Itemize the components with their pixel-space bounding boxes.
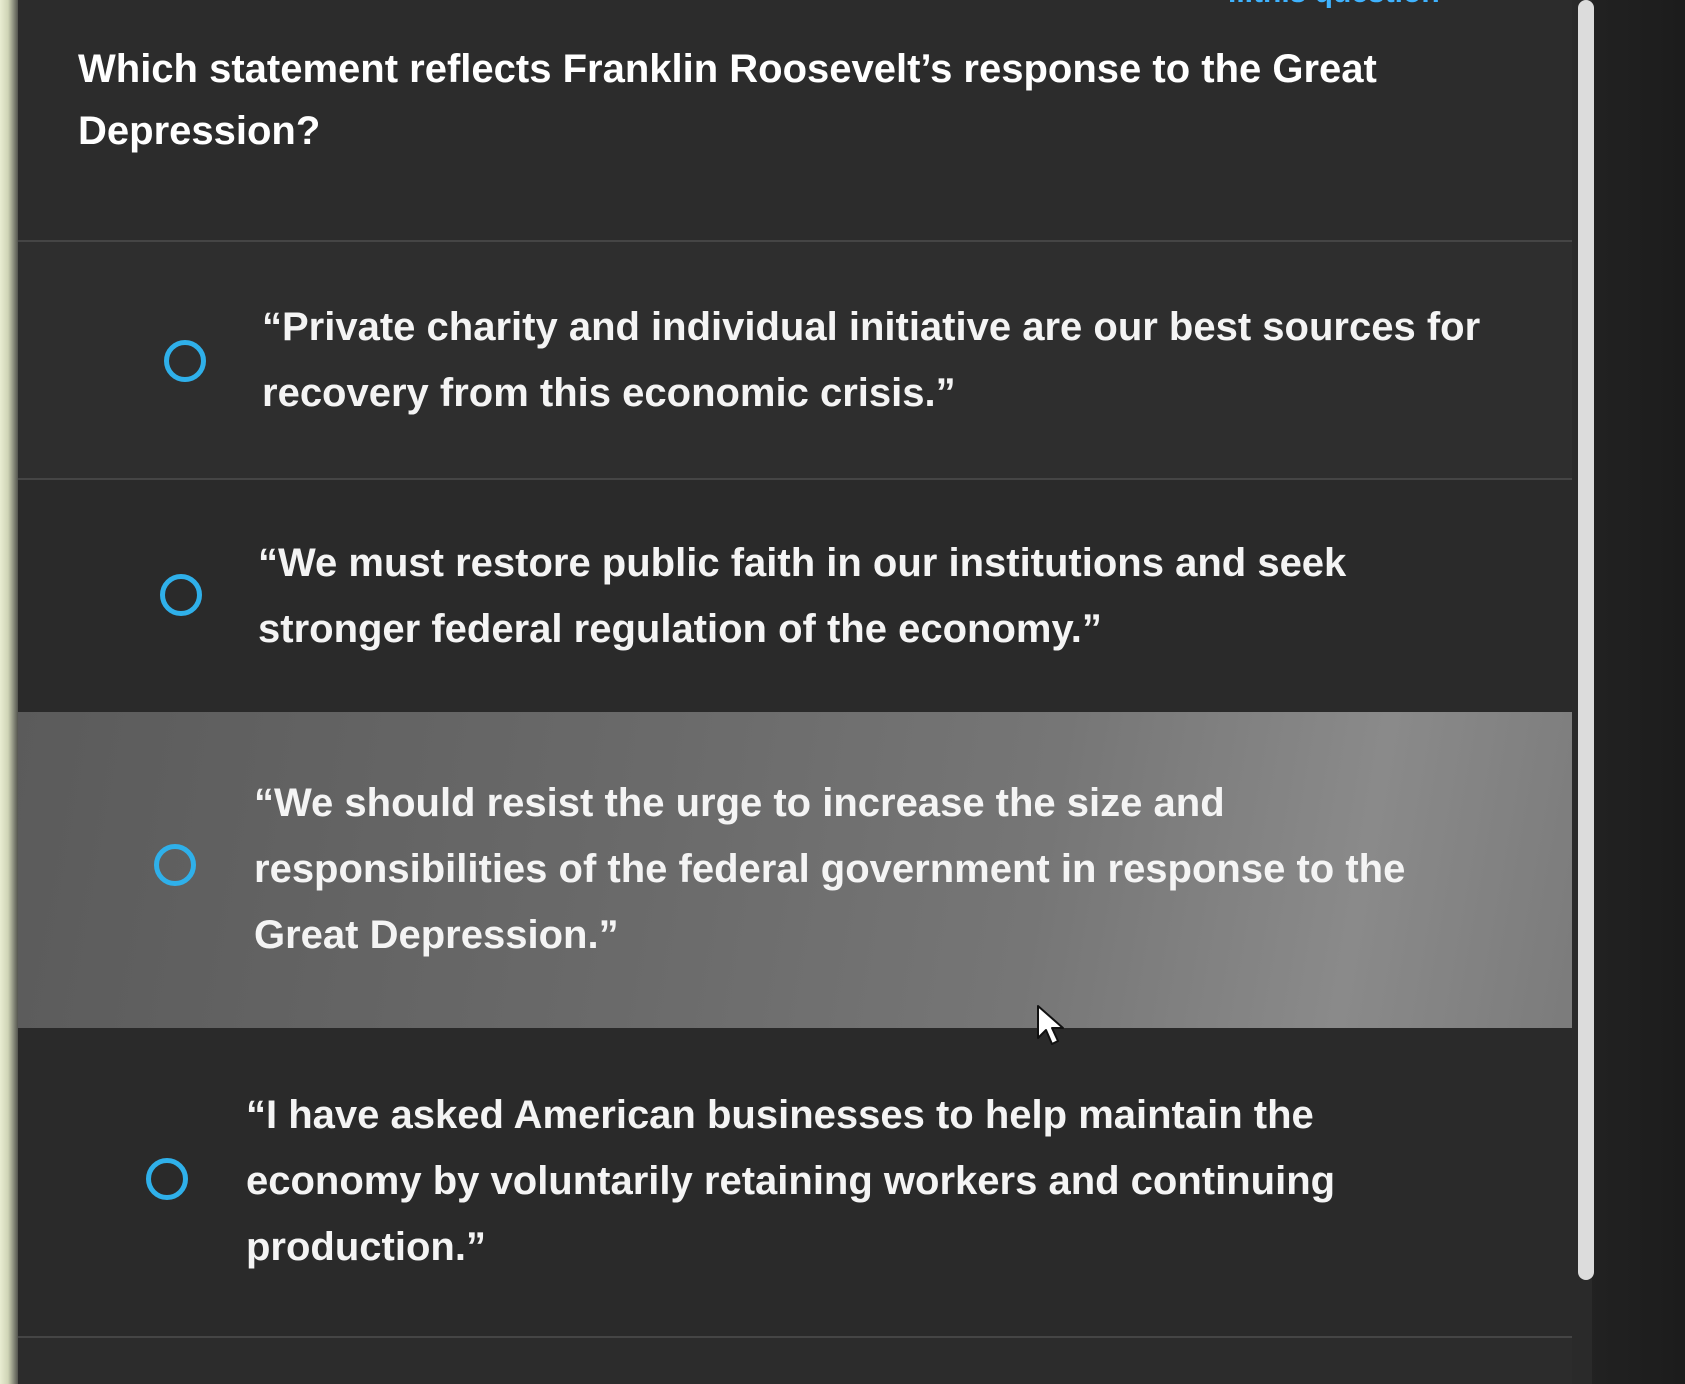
answer-option-2[interactable]: “We must restore public faith in our ins… bbox=[18, 480, 1578, 712]
answer-option-1[interactable]: “Private charity and individual initiati… bbox=[18, 242, 1578, 478]
answer-option-label: “We should resist the urge to increase t… bbox=[254, 781, 1406, 957]
monitor-edge bbox=[0, 0, 20, 1384]
screen: ...this question Which statement reflect… bbox=[0, 0, 1685, 1384]
divider bbox=[18, 1336, 1578, 1338]
scrollbar-thumb[interactable] bbox=[1578, 0, 1594, 1280]
answer-option-4[interactable]: “I have asked American businesses to hel… bbox=[18, 1028, 1578, 1336]
answer-option-label: “We must restore public faith in our ins… bbox=[258, 541, 1347, 651]
radio-unselected-icon[interactable] bbox=[164, 340, 206, 382]
mouse-pointer-icon bbox=[1037, 1005, 1064, 1045]
question-text: Which statement reflects Franklin Roosev… bbox=[78, 47, 1377, 153]
cut-off-link[interactable]: ...this question bbox=[1228, 0, 1440, 10]
answer-option-label: “Private charity and individual initiati… bbox=[262, 305, 1481, 415]
quiz-panel: ...this question Which statement reflect… bbox=[18, 0, 1578, 1384]
answer-option-3[interactable]: “We should resist the urge to increase t… bbox=[18, 712, 1578, 1028]
radio-unselected-icon[interactable] bbox=[160, 574, 202, 616]
answer-option-label: “I have asked American businesses to hel… bbox=[246, 1093, 1336, 1269]
radio-unselected-icon[interactable] bbox=[146, 1158, 188, 1200]
radio-unselected-icon[interactable] bbox=[154, 844, 196, 886]
